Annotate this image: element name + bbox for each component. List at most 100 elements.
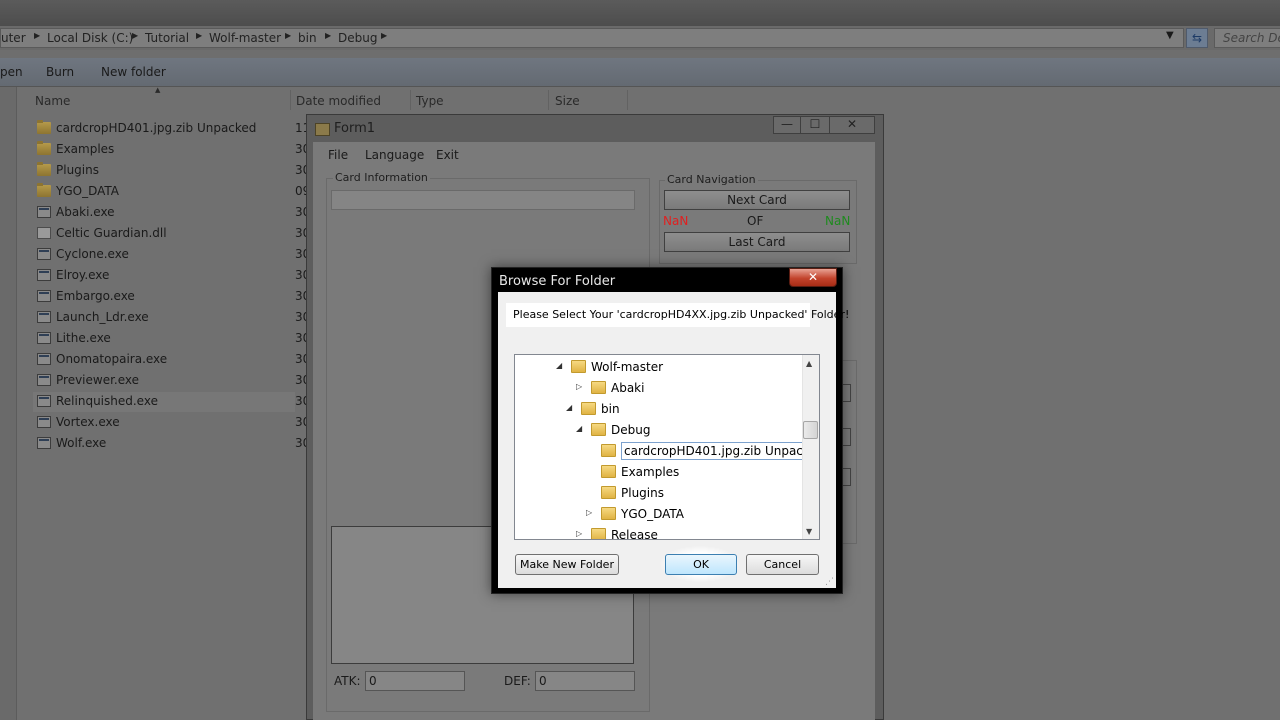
maximize-button[interactable]: ☐ <box>800 116 830 134</box>
breadcrumb-wolf-master[interactable]: Wolf-master <box>209 31 281 45</box>
file-row[interactable]: cardcropHD401.jpg.zib Unpacked <box>33 119 295 139</box>
folder-tree[interactable]: ◢ Wolf-master ▷ Abaki ◢ bin ◢ Debug cardcropHD40… <box>514 354 820 540</box>
search-input[interactable]: Search Deb <box>1214 28 1280 48</box>
address-bar[interactable]: uter ▶ Local Disk (C:) ▶ Tutorial ▶ Wolf… <box>0 28 1184 48</box>
breadcrumb-bin[interactable]: bin <box>298 31 317 45</box>
file-row[interactable]: Embargo.exe <box>33 287 295 307</box>
file-row[interactable]: Cyclone.exe <box>33 245 295 265</box>
column-header-type[interactable]: Type <box>416 94 444 108</box>
tree-item[interactable]: cardcropHD401.jpg.zib Unpacked <box>515 441 819 461</box>
folder-icon <box>37 120 51 134</box>
tree-item[interactable]: ▷ Abaki <box>515 378 803 398</box>
tree-item[interactable]: Plugins <box>515 483 803 503</box>
card-name-field[interactable] <box>331 190 635 210</box>
next-card-button[interactable]: Next Card <box>664 190 850 210</box>
scroll-up-icon[interactable]: ▲ <box>806 359 812 368</box>
close-icon: ✕ <box>807 270 819 284</box>
scroll-thumb[interactable] <box>803 421 818 439</box>
last-card-button[interactable]: Last Card <box>664 232 850 252</box>
burn-button[interactable]: Burn <box>46 65 74 79</box>
breadcrumb-tutorial[interactable]: Tutorial <box>145 31 189 45</box>
exe-icon <box>37 206 51 218</box>
file-row[interactable]: Wolf.exe <box>33 434 295 454</box>
column-separator[interactable] <box>627 90 628 110</box>
dialog-close-button[interactable]: ✕ <box>789 268 837 287</box>
navigation-pane[interactable] <box>0 87 17 720</box>
folder-icon <box>601 465 616 478</box>
column-separator[interactable] <box>290 90 291 110</box>
tree-item[interactable]: ◢ Debug <box>515 420 803 440</box>
breadcrumb-computer[interactable]: uter <box>1 31 26 45</box>
breadcrumb-arrow-icon[interactable]: ▶ <box>325 31 331 40</box>
tree-item[interactable]: ◢ bin <box>515 399 803 419</box>
exe-icon <box>37 269 51 281</box>
breadcrumb-arrow-icon[interactable]: ▶ <box>34 31 40 40</box>
minimize-button[interactable]: — <box>773 116 801 134</box>
menu-exit[interactable]: Exit <box>436 148 459 162</box>
atk-field[interactable]: 0 <box>365 671 465 691</box>
breadcrumb-arrow-icon[interactable]: ▶ <box>132 31 138 40</box>
app-icon[interactable] <box>315 123 330 136</box>
expanded-arrow-icon[interactable]: ◢ <box>576 424 582 433</box>
tree-item-label: Examples <box>621 465 680 479</box>
folder-icon <box>601 444 616 457</box>
column-separator[interactable] <box>410 90 411 110</box>
make-new-folder-button[interactable]: Make New Folder <box>515 554 619 575</box>
new-folder-button[interactable]: New folder <box>101 65 166 79</box>
file-name: Onomatopaira.exe <box>56 352 168 366</box>
file-row[interactable]: Elroy.exe <box>33 266 295 286</box>
breadcrumb-arrow-icon[interactable]: ▶ <box>381 31 387 40</box>
tree-item[interactable]: ◢ Wolf-master <box>515 357 803 377</box>
dll-icon <box>37 227 51 239</box>
ok-button[interactable]: OK <box>665 554 737 575</box>
def-field[interactable]: 0 <box>535 671 635 691</box>
column-header-name[interactable]: Name <box>35 94 70 108</box>
file-row[interactable]: Plugins <box>33 161 295 181</box>
refresh-icon[interactable]: ⇆ <box>1186 28 1208 48</box>
tree-item[interactable]: Examples <box>515 462 803 482</box>
collapsed-arrow-icon[interactable]: ▷ <box>576 529 582 538</box>
column-header-date[interactable]: Date modified <box>296 94 381 108</box>
collapsed-arrow-icon[interactable]: ▷ <box>576 382 582 391</box>
address-dropdown-icon[interactable]: ▼ <box>1166 30 1174 41</box>
breadcrumb-arrow-icon[interactable]: ▶ <box>196 31 202 40</box>
file-row[interactable]: Vortex.exe <box>33 413 295 433</box>
breadcrumb-local-disk[interactable]: Local Disk (C:) <box>47 31 133 45</box>
tree-item[interactable]: ▷ Release <box>515 525 803 540</box>
file-name: Embargo.exe <box>56 289 135 303</box>
file-row[interactable]: Onomatopaira.exe <box>33 350 295 370</box>
expanded-arrow-icon[interactable]: ◢ <box>566 403 572 412</box>
expanded-arrow-icon[interactable]: ◢ <box>556 361 562 370</box>
of-label: OF <box>747 214 764 228</box>
file-row[interactable]: Examples <box>33 140 295 160</box>
folder-icon <box>37 162 51 176</box>
scroll-down-icon[interactable]: ▼ <box>806 527 812 536</box>
file-row[interactable]: Abaki.exe <box>33 203 295 223</box>
resize-grip-icon[interactable]: ⋰ <box>825 577 834 587</box>
menu-file[interactable]: File <box>328 148 348 162</box>
file-name: Examples <box>56 142 115 156</box>
close-button[interactable]: ✕ <box>829 116 875 134</box>
column-header-size[interactable]: Size <box>555 94 580 108</box>
folder-icon <box>591 423 606 436</box>
tree-item-label: Abaki <box>611 381 645 395</box>
open-button[interactable]: pen <box>0 65 23 79</box>
tree-scrollbar[interactable] <box>802 355 819 539</box>
file-name: Elroy.exe <box>56 268 110 282</box>
menu-language[interactable]: Language <box>365 148 424 162</box>
folder-icon <box>601 486 616 499</box>
file-row[interactable]: Relinquished.exe <box>33 392 295 412</box>
file-row[interactable]: Celtic Guardian.dll <box>33 224 295 244</box>
breadcrumb-debug[interactable]: Debug <box>338 31 377 45</box>
file-row[interactable]: Launch_Ldr.exe <box>33 308 295 328</box>
file-row[interactable]: YGO_DATA <box>33 182 295 202</box>
tree-item-label: Release <box>611 528 658 540</box>
column-separator[interactable] <box>548 90 549 110</box>
file-row[interactable]: Lithe.exe <box>33 329 295 349</box>
file-name: Plugins <box>56 163 99 177</box>
cancel-button[interactable]: Cancel <box>746 554 819 575</box>
file-row[interactable]: Previewer.exe <box>33 371 295 391</box>
tree-item[interactable]: ▷ YGO_DATA <box>515 504 803 524</box>
breadcrumb-arrow-icon[interactable]: ▶ <box>285 31 291 40</box>
collapsed-arrow-icon[interactable]: ▷ <box>586 508 592 517</box>
